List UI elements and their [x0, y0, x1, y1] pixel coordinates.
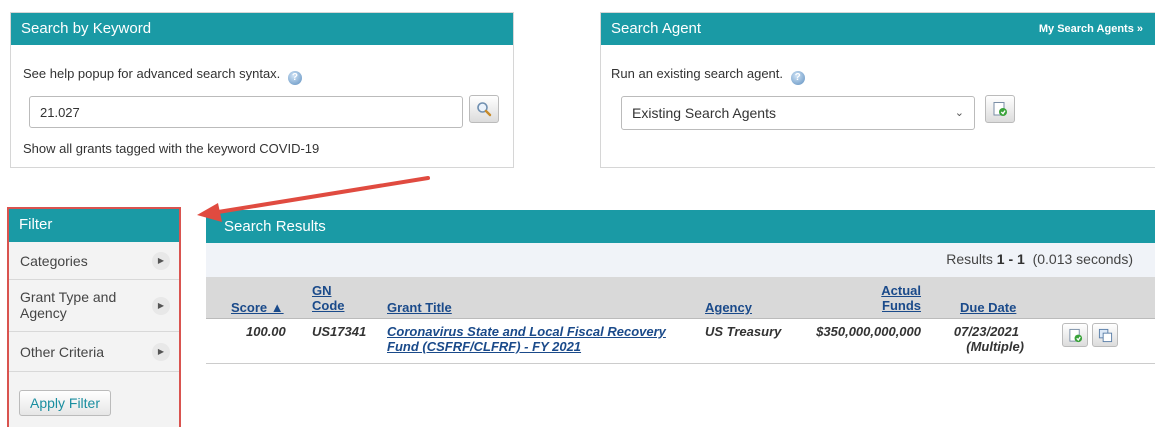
results-summary-range: 1 - 1 — [996, 251, 1025, 267]
document-add-icon — [1068, 328, 1082, 342]
keyword-search-title: Search by Keyword — [11, 13, 513, 45]
filter-item-label: Other Criteria — [20, 344, 105, 360]
column-score[interactable]: Score ▲ — [231, 300, 284, 315]
existing-search-agents-select[interactable]: Existing Search Agents ⌄ — [621, 96, 975, 130]
filter-panel: Filter Categories ▶ Grant Type and Agenc… — [7, 207, 181, 427]
filter-item-grant-type-agency[interactable]: Grant Type and Agency ▶ — [9, 280, 179, 332]
keyword-help-hint: See help popup for advanced search synta… — [23, 66, 302, 85]
results-table-header: Score ▲ GN Code Grant Title Agency Actua… — [206, 277, 1155, 319]
apply-filter-button[interactable]: Apply Filter — [19, 390, 111, 416]
row-gn-code: US17341 — [312, 324, 367, 339]
copy-grant-button[interactable] — [1092, 323, 1118, 347]
row-due-date-line1: 07/23/2021 — [953, 324, 1019, 339]
copy-icon — [1098, 328, 1112, 342]
results-summary: Results 1 - 1 (0.013 seconds) — [206, 243, 1155, 277]
row-due-date-line2: (Multiple) — [966, 339, 1024, 354]
keyword-search-button[interactable] — [469, 95, 499, 123]
column-gn-code-line2[interactable]: Code — [312, 298, 345, 313]
row-grant-title-line2[interactable]: Fund (CSFRF/CLFRF) - FY 2021 — [387, 339, 581, 354]
filter-item-label: Categories — [20, 253, 88, 269]
filter-item-label: Grant Type and Agency — [20, 289, 117, 321]
search-agent-header: Search Agent My Search Agents » — [601, 13, 1155, 45]
search-agent-hint-text: Run an existing search agent. — [611, 66, 783, 81]
column-actual-funds-line2[interactable]: Funds — [882, 298, 921, 313]
column-actual-funds-line1[interactable]: Actual — [881, 283, 921, 298]
save-grant-button[interactable] — [1062, 323, 1088, 347]
search-agent-hint: Run an existing search agent. ? — [611, 66, 805, 85]
results-summary-time: (0.013 seconds) — [1032, 251, 1133, 267]
column-due-date[interactable]: Due Date — [960, 300, 1016, 315]
chevron-right-icon: ▶ — [152, 343, 170, 361]
search-agent-title: Search Agent — [611, 20, 702, 37]
results-summary-prefix: Results — [946, 251, 993, 267]
keyword-help-text: See help popup for advanced search synta… — [23, 66, 281, 81]
filter-title: Filter — [9, 209, 179, 242]
chevron-right-icon: ▶ — [152, 297, 170, 315]
column-gn-code-line1[interactable]: GN — [312, 283, 332, 298]
document-add-icon — [993, 102, 1007, 116]
row-agency: US Treasury — [705, 324, 782, 339]
keyword-search-input[interactable] — [29, 96, 463, 128]
column-agency[interactable]: Agency — [705, 300, 752, 315]
magnifier-icon — [477, 102, 492, 117]
filter-item-other-criteria[interactable]: Other Criteria ▶ — [9, 332, 179, 372]
filter-item-categories[interactable]: Categories ▶ — [9, 242, 179, 280]
chevron-right-icon: ▶ — [152, 252, 170, 270]
my-search-agents-link[interactable]: My Search Agents » — [1039, 13, 1143, 45]
chevron-down-icon: ⌄ — [954, 107, 964, 119]
agent-select-value: Existing Search Agents — [632, 105, 776, 121]
run-search-agent-button[interactable] — [985, 95, 1015, 123]
row-actual-funds: $350,000,000,000 — [816, 324, 921, 339]
search-agent-panel: Search Agent My Search Agents » Run an e… — [600, 12, 1155, 168]
help-icon[interactable]: ? — [790, 71, 805, 85]
search-results-panel: Search Results Results 1 - 1 (0.013 seco… — [206, 210, 1155, 364]
results-table: Score ▲ GN Code Grant Title Agency Actua… — [206, 277, 1155, 364]
row-score: 100.00 — [246, 324, 286, 339]
covid-keyword-link[interactable]: Show all grants tagged with the keyword … — [23, 141, 319, 156]
column-grant-title[interactable]: Grant Title — [387, 300, 452, 315]
help-icon[interactable]: ? — [287, 71, 302, 85]
row-grant-title-line1[interactable]: Coronavirus State and Local Fiscal Recov… — [387, 324, 666, 339]
search-results-title: Search Results — [206, 210, 1155, 243]
keyword-search-panel: Search by Keyword See help popup for adv… — [10, 12, 514, 168]
